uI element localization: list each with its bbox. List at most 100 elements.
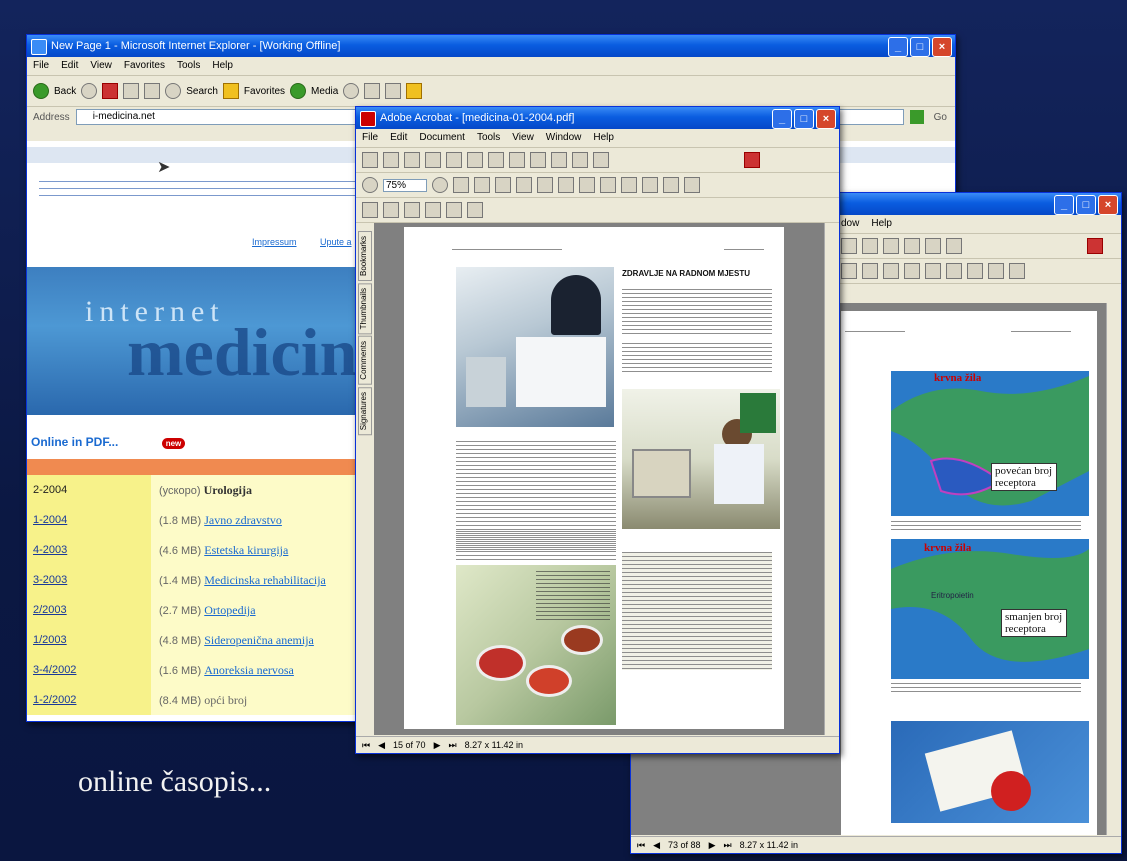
issue-date-link[interactable]: 2/2003 <box>27 595 151 625</box>
prev-page-icon[interactable] <box>862 238 878 254</box>
menu-file[interactable]: File <box>362 129 378 147</box>
touchup-icon[interactable] <box>446 202 462 218</box>
vertical-scrollbar[interactable] <box>1106 303 1119 835</box>
issue-title-link[interactable]: Estetska kirurgija <box>204 543 288 557</box>
text-select-icon[interactable] <box>883 263 899 279</box>
fit-width-icon[interactable] <box>495 177 511 193</box>
email-icon[interactable] <box>425 152 441 168</box>
favorites-star-icon[interactable] <box>222 83 239 99</box>
print-icon[interactable] <box>385 83 402 99</box>
issue-title-link[interactable]: Javno zdravstvo <box>204 513 282 527</box>
issue-title-link[interactable]: Anoreksia nervosa <box>204 663 294 677</box>
graphics-select-icon[interactable] <box>904 263 920 279</box>
open-icon[interactable] <box>362 152 378 168</box>
stamp-icon[interactable] <box>684 177 700 193</box>
menu-edit[interactable]: Edit <box>390 129 407 147</box>
menu-favorites[interactable]: Favorites <box>124 57 165 75</box>
first-page-icon[interactable] <box>841 238 857 254</box>
next-page-button[interactable]: ▶ <box>709 837 716 853</box>
stop-icon[interactable] <box>102 83 119 99</box>
last-page-icon[interactable] <box>904 238 920 254</box>
forward-arrow-icon[interactable] <box>81 83 98 99</box>
menu-tools[interactable]: Tools <box>177 57 200 75</box>
back-arrow-icon[interactable] <box>33 83 49 99</box>
issue-date-link[interactable]: 1-2/2002 <box>27 685 151 715</box>
hand-tool-icon[interactable] <box>537 177 553 193</box>
next-page-icon[interactable] <box>530 152 546 168</box>
menu-document[interactable]: Document <box>419 129 465 147</box>
zoom-level[interactable]: 75% <box>383 178 427 192</box>
vertical-scrollbar[interactable] <box>824 223 837 735</box>
tab-thumbnails[interactable]: Thumbnails <box>358 283 372 335</box>
comment-icon[interactable] <box>621 177 637 193</box>
tab-signatures[interactable]: Signatures <box>358 387 372 436</box>
history-icon[interactable] <box>343 83 360 99</box>
pencil-icon[interactable] <box>946 263 962 279</box>
go-forward-icon[interactable] <box>593 152 609 168</box>
highlight-icon[interactable] <box>663 177 679 193</box>
refresh-icon[interactable] <box>123 83 140 99</box>
search-icon[interactable] <box>467 152 483 168</box>
last-page-icon[interactable] <box>551 152 567 168</box>
print-icon[interactable] <box>404 152 420 168</box>
find-icon[interactable] <box>446 152 462 168</box>
menu-window[interactable]: Window <box>546 129 582 147</box>
first-page-icon[interactable] <box>488 152 504 168</box>
menu-window[interactable]: dow <box>841 215 859 233</box>
menu-help[interactable]: Help <box>871 215 892 233</box>
last-page-button[interactable]: ⏭ <box>723 837 731 853</box>
go-label[interactable]: Go <box>934 112 947 123</box>
issue-date-link[interactable]: 3-2003 <box>27 565 151 595</box>
issue-date-link[interactable]: 4-2003 <box>27 535 151 565</box>
menu-help[interactable]: Help <box>593 129 614 147</box>
minimize-button[interactable]: _ <box>888 37 908 57</box>
actual-size-icon[interactable] <box>453 177 469 193</box>
next-page-button[interactable]: ▶ <box>434 737 441 753</box>
back-button[interactable]: Back <box>54 86 76 97</box>
search-icon[interactable] <box>165 83 182 99</box>
go-back-icon[interactable] <box>925 238 941 254</box>
minimize-button[interactable]: _ <box>772 109 792 129</box>
go-button[interactable] <box>909 110 924 124</box>
issue-title-link[interactable]: Sideropenična anemija <box>204 633 314 647</box>
maximize-button[interactable]: □ <box>1076 195 1096 215</box>
save-icon[interactable] <box>383 152 399 168</box>
form-icon[interactable] <box>362 202 378 218</box>
menu-view[interactable]: View <box>512 129 534 147</box>
acrobat-front-titlebar[interactable]: Adobe Acrobat - [medicina-01-2004.pdf] _… <box>356 107 839 129</box>
first-page-button[interactable]: ⏮ <box>362 737 370 753</box>
zoom-tool-icon[interactable] <box>862 263 878 279</box>
last-page-button[interactable]: ⏭ <box>448 737 456 753</box>
upute-link[interactable]: Upute a <box>320 237 352 247</box>
maximize-button[interactable]: □ <box>910 37 930 57</box>
tab-bookmarks[interactable]: Bookmarks <box>358 231 372 282</box>
ie-titlebar[interactable]: New Page 1 - Microsoft Internet Explorer… <box>27 35 955 57</box>
prev-page-button[interactable]: ◀ <box>378 737 385 753</box>
rotate-icon[interactable] <box>516 177 532 193</box>
issue-date-link[interactable]: 3-4/2002 <box>27 655 151 685</box>
typewriter-icon[interactable] <box>467 202 483 218</box>
highlight-icon[interactable] <box>967 263 983 279</box>
crop-icon[interactable] <box>404 202 420 218</box>
page-indicator[interactable]: 73 of 88 <box>668 837 701 853</box>
close-button[interactable]: × <box>816 109 836 129</box>
next-page-icon[interactable] <box>883 238 899 254</box>
menu-view[interactable]: View <box>90 57 112 75</box>
prev-page-icon[interactable] <box>509 152 525 168</box>
media-button[interactable]: Media <box>311 86 338 97</box>
fit-page-icon[interactable] <box>474 177 490 193</box>
mail-icon[interactable] <box>364 83 381 99</box>
impressum-link[interactable]: Impressum <box>252 237 297 247</box>
zoom-in-icon[interactable] <box>432 177 448 193</box>
menu-tools[interactable]: Tools <box>477 129 500 147</box>
maximize-button[interactable]: □ <box>794 109 814 129</box>
stamp-icon[interactable] <box>988 263 1004 279</box>
graphics-select-icon[interactable] <box>600 177 616 193</box>
first-page-button[interactable]: ⏮ <box>637 837 645 853</box>
zoom-tool-icon[interactable] <box>558 177 574 193</box>
minimize-button[interactable]: _ <box>1054 195 1074 215</box>
link-icon[interactable] <box>383 202 399 218</box>
menu-file[interactable]: File <box>33 57 49 75</box>
issue-title-link[interactable]: Medicinska rehabilitacija <box>204 573 326 587</box>
article-icon[interactable] <box>425 202 441 218</box>
